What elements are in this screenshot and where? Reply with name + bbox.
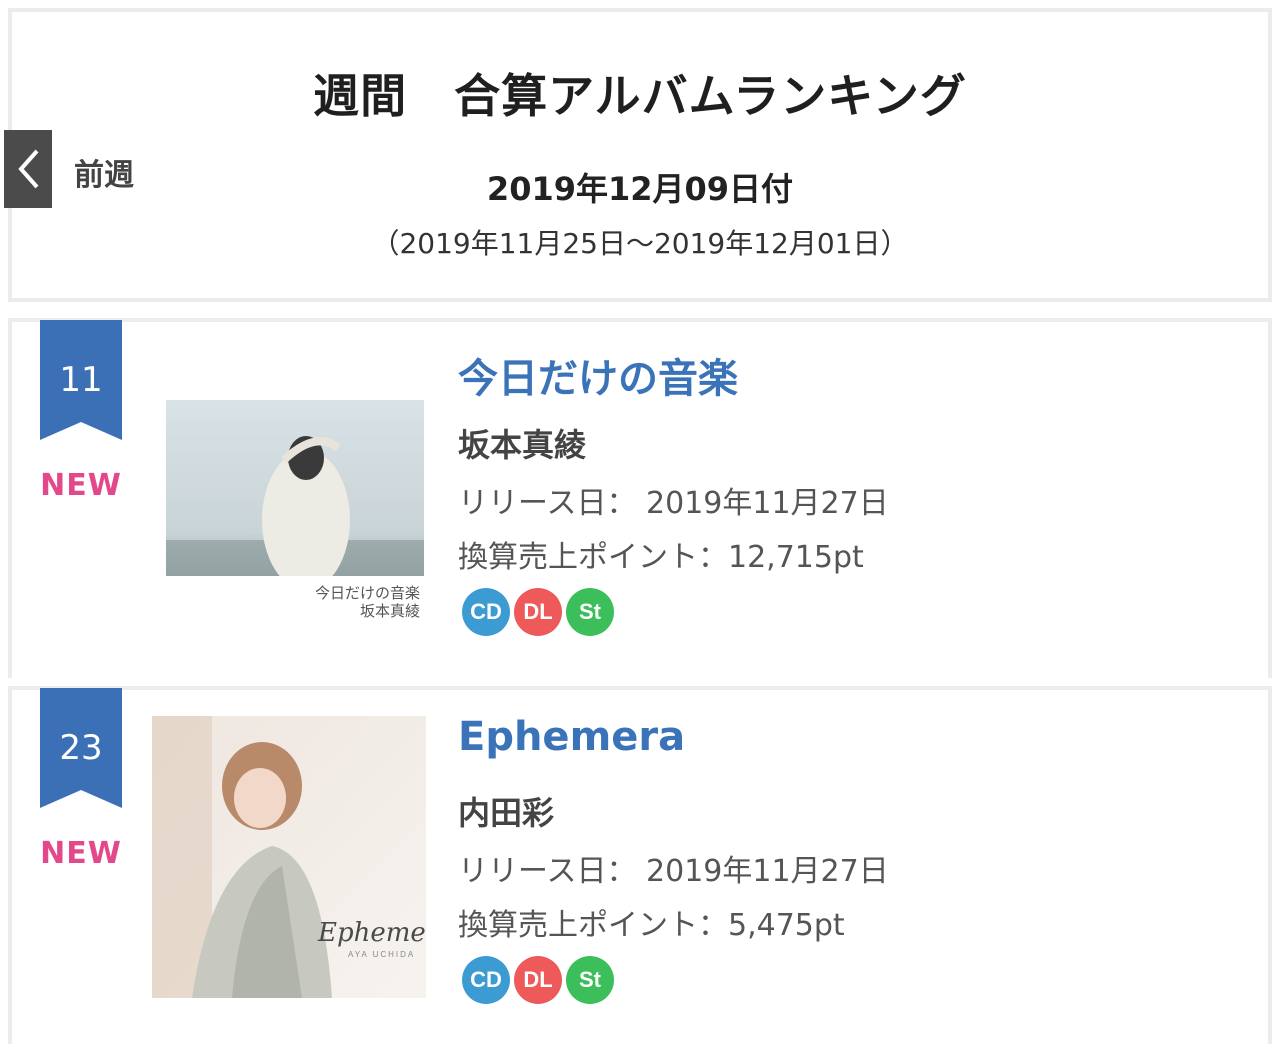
ranking-entry: 11 NEW 今日だけの音楽 坂本真綾 今日だけの音楽 坂本真綾 リリース日： …: [8, 318, 1272, 678]
chart-date: 2019年12月09日付: [486, 170, 794, 208]
sales-points: 換算売上ポイント：5,475pt: [458, 908, 845, 943]
cover-title-text: Ephemera: [318, 918, 426, 948]
page-title: 週間 合算アルバムランキング: [313, 69, 967, 123]
format-icons: CD DL St: [462, 956, 614, 1004]
cover-artist-text: AYA UCHIDA: [348, 950, 416, 959]
cover-title-text: 今日だけの音楽: [314, 584, 420, 602]
album-title-link[interactable]: Ephemera: [458, 714, 685, 760]
rank-number: 11: [59, 360, 103, 400]
cd-icon: CD: [462, 588, 510, 636]
streaming-icon: St: [566, 956, 614, 1004]
release-date: リリース日： 2019年11月27日: [458, 854, 889, 889]
streaming-icon: St: [566, 588, 614, 636]
artist-name: 坂本真綾: [458, 426, 587, 464]
new-badge: NEW: [40, 836, 122, 871]
chart-period: （2019年11月25日～2019年12月01日）: [371, 227, 909, 260]
format-icons: CD DL St: [462, 588, 614, 636]
ranking-entry: 23 NEW Ephemera AYA UCHIDA Ephemera 内田彩 …: [8, 686, 1272, 1044]
album-cover[interactable]: 今日だけの音楽 坂本真綾: [166, 400, 424, 626]
new-badge: NEW: [40, 468, 122, 503]
rank-number: 23: [59, 728, 103, 768]
sales-points: 換算売上ポイント：12,715pt: [458, 540, 864, 575]
album-title-link[interactable]: 今日だけの音楽: [458, 346, 738, 404]
album-cover[interactable]: Ephemera AYA UCHIDA: [152, 716, 426, 998]
release-date: リリース日： 2019年11月27日: [458, 486, 889, 521]
artist-name: 内田彩: [458, 794, 555, 832]
cd-icon: CD: [462, 956, 510, 1004]
download-icon: DL: [514, 956, 562, 1004]
ranking-header: 週間 合算アルバムランキング 前週 2019年12月09日付 （2019年11月…: [4, 8, 1272, 302]
download-icon: DL: [514, 588, 562, 636]
cover-caption: 今日だけの音楽 坂本真綾: [315, 584, 420, 620]
cover-artist-text: 坂本真綾: [359, 602, 420, 620]
